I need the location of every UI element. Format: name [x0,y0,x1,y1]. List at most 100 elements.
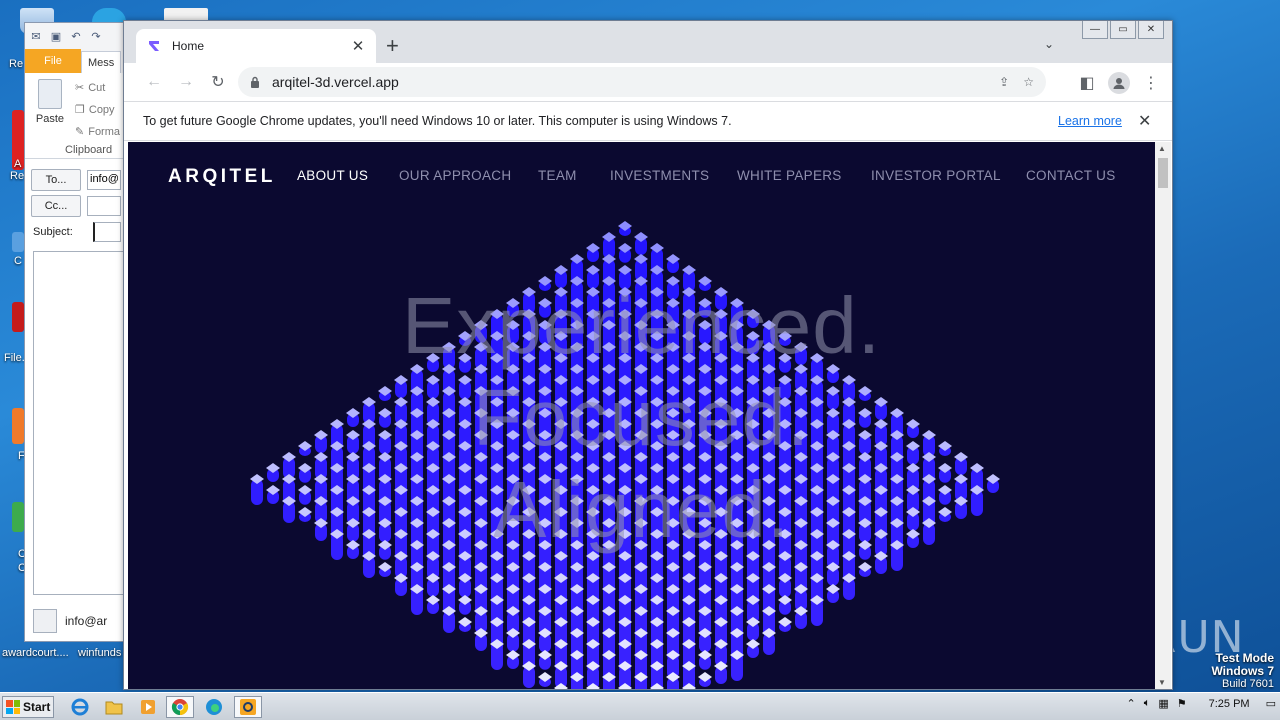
save-icon[interactable]: ▣ [49,29,63,43]
test-mode-line3: Build 7601 [1222,678,1274,690]
scroll-down-arrow-icon[interactable]: ▼ [1158,678,1166,687]
chrome-toolbar: ← → ↻ arqitel-3d.vercel.app ⇪ ☆ ◧ ⋮ [124,63,1172,101]
clipboard-icon [38,79,62,109]
back-arrow-icon[interactable]: ← [138,66,170,98]
forward-arrow-icon[interactable]: → [170,66,202,98]
to-button[interactable]: To... [31,169,81,191]
copy-label: Copy [88,103,115,116]
close-window-button[interactable]: ✕ [1138,21,1164,39]
site-navbar: ARQITEL ABOUT US OUR APPROACH TEAM INVES… [128,142,1155,212]
chrome-titlebar: Home ✕ + ⌄ — ▭ ✕ [124,21,1172,63]
subject-label: Subject: [33,226,73,238]
side-panel-icon[interactable]: ◧ [1074,67,1100,99]
start-label: Start [23,700,51,714]
desktop-label-recycle: Re [9,58,24,70]
new-tab-button[interactable]: + [386,35,399,57]
bookmark-star-icon[interactable]: ☆ [1023,75,1034,89]
taskbar-clock[interactable]: 7:25 PM [1209,698,1250,710]
file-desktop-icon[interactable] [12,302,24,332]
share-icon[interactable]: ⇪ [999,75,1009,89]
scroll-up-arrow-icon[interactable]: ▲ [1158,144,1166,153]
tab-file[interactable]: File [25,49,81,73]
scissors-icon: ✂ [75,82,85,94]
media-player-icon[interactable] [134,696,162,718]
nav-about-us[interactable]: ABOUT US [297,168,368,183]
chrome-window[interactable]: Home ✕ + ⌄ — ▭ ✕ ← → ↻ arqitel-3d.vercel… [123,20,1173,690]
infobar-message: To get future Google Chrome updates, you… [143,114,732,128]
app-desktop-icon[interactable] [12,502,24,532]
tab-search-chevron-icon[interactable]: ⌄ [1044,37,1054,51]
address-bar[interactable]: arqitel-3d.vercel.app ⇪ ☆ [238,67,1046,97]
clipboard-group-label: Clipboard [65,144,113,156]
learn-more-link[interactable]: Learn more [1058,114,1122,128]
desktop-label-a: A [14,158,22,170]
network-icon[interactable]: ▦ [1158,697,1168,710]
outlook-compose-window[interactable]: ✉ ▣ ↶ ↷ File Mess Paste ✂ Cut ❐ Copy ✎ F… [24,22,128,642]
profile-avatar-icon[interactable] [1108,72,1130,94]
cc-button[interactable]: Cc... [31,195,81,217]
desktop-label-c1: C [14,255,22,267]
tab-title: Home [172,39,205,53]
reload-icon[interactable]: ↻ [202,66,234,98]
nav-investments[interactable]: INVESTMENTS [610,168,709,183]
format-painter-button[interactable]: ✎ Forma [75,125,120,139]
nav-contact-us[interactable]: CONTACT US [1026,168,1116,183]
desktop-label-winfunds[interactable]: winfunds [78,647,121,659]
outlook-quick-access: ✉ ▣ ↶ ↷ [25,23,127,49]
windows-logo-icon [6,700,20,714]
system-tray: ⌃ 🔈︎ ▦ ⚑ 7:25 PM ▭ [1127,697,1276,710]
minimize-button[interactable]: — [1082,21,1108,39]
explorer-folder-icon[interactable] [100,696,128,718]
cut-label: Cut [88,81,106,94]
nav-investor-portal[interactable]: INVESTOR PORTAL [871,168,1001,183]
scrollbar-thumb[interactable] [1158,158,1168,188]
nav-team[interactable]: TEAM [538,168,577,183]
app-desktop-icon[interactable] [12,232,24,252]
copy-button[interactable]: ❐ Copy [75,103,115,117]
outlook-ribbon: Paste ✂ Cut ❐ Copy ✎ Forma Clipboard [25,73,127,159]
window-controls: — ▭ ✕ [1082,21,1164,39]
hero-line-2: Focused. [472,373,811,462]
cc-field[interactable] [87,196,121,216]
redo-icon[interactable]: ↷ [89,29,103,43]
undo-icon[interactable]: ↶ [69,29,83,43]
start-button[interactable]: Start [2,696,54,718]
outlook-taskbar-icon[interactable] [234,696,262,718]
edge-taskbar-icon[interactable] [200,696,228,718]
subject-field[interactable] [93,222,121,242]
show-desktop-icon[interactable]: ▭ [1266,697,1276,710]
toolbar-right: ◧ ⋮ [1074,67,1164,99]
hero-line-1: Experienced. [402,281,881,370]
paste-label: Paste [35,113,65,125]
copy-icon: ❐ [75,104,85,116]
volume-icon[interactable]: 🔈︎ [1144,697,1151,710]
page-viewport: Experienced. Focused. Aligned. ARQITEL A… [128,142,1155,689]
to-field[interactable]: info@ [87,170,121,190]
restore-button[interactable]: ▭ [1110,21,1136,39]
browser-tab-home[interactable]: Home ✕ [136,29,376,63]
menu-kebab-icon[interactable]: ⋮ [1138,67,1164,99]
tray-expand-icon[interactable]: ⌃ [1127,697,1136,710]
desktop-label-file: File. [4,352,25,364]
message-body[interactable] [33,251,127,595]
infobar-close-icon[interactable]: ✕ [1138,111,1151,131]
nav-our-approach[interactable]: OUR APPROACH [399,168,511,183]
cut-button[interactable]: ✂ Cut [75,81,106,95]
app-desktop-icon[interactable] [12,408,24,444]
url-text[interactable]: arqitel-3d.vercel.app [272,74,999,90]
ie-icon[interactable] [66,696,94,718]
test-mode-line2: Windows 7 [1211,664,1274,678]
desktop-label-re: Re [10,170,25,182]
action-center-flag-icon[interactable]: ⚑ [1177,697,1187,710]
hero-line-3: Aligned. [492,465,791,554]
nav-white-papers[interactable]: WHITE PAPERS [737,168,842,183]
paste-button[interactable]: Paste [35,79,65,125]
taskbar: Start ⌃ 🔈︎ ▦ ⚑ 7:25 PM ▭ [0,692,1280,720]
page-scrollbar[interactable]: ▲ ▼ [1155,142,1171,689]
contact-email[interactable]: info@ar [65,614,107,628]
desktop-label-awardcourt[interactable]: awardcourt.... [2,647,69,659]
arqitel-logo[interactable]: ARQITEL [168,166,276,188]
chrome-taskbar-icon[interactable] [166,696,194,718]
tab-message[interactable]: Mess [81,51,122,73]
tab-close-icon[interactable]: ✕ [350,37,366,55]
